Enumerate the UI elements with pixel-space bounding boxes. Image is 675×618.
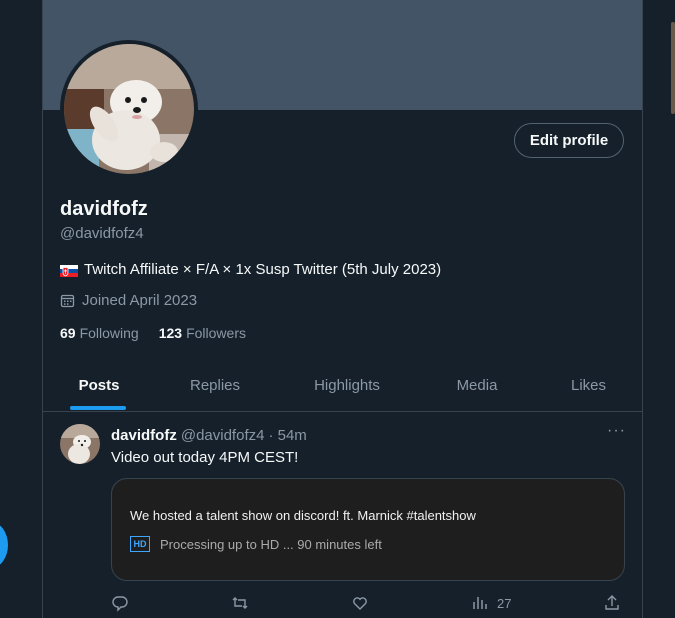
repost-button[interactable] <box>231 594 249 612</box>
views-count: 27 <box>497 595 512 611</box>
following-link[interactable]: 69 Following <box>60 325 139 341</box>
left-gutter <box>0 0 42 618</box>
dog-photo-icon <box>60 424 100 464</box>
tab-posts[interactable]: Posts <box>43 360 155 411</box>
profile-joined: Joined April 2023 <box>60 292 197 309</box>
profile-handle: @davidfofz4 <box>60 225 144 242</box>
edit-profile-button[interactable]: Edit profile <box>514 123 624 158</box>
profile-bio-text: Twitch Affiliate × F/A × 1x Susp Twitter… <box>84 261 442 278</box>
post-actions: 27 <box>111 594 625 614</box>
post-author-handle[interactable]: @davidfofz4 <box>181 427 265 444</box>
dog-photo-icon <box>64 44 194 174</box>
like-icon <box>353 597 367 610</box>
following-count: 69 <box>60 325 76 341</box>
followers-count: 123 <box>158 325 183 341</box>
right-panel-edge <box>671 22 675 114</box>
profile-bio: Twitch Affiliate × F/A × 1x Susp Twitter… <box>60 261 441 278</box>
post-author-avatar[interactable] <box>60 424 100 464</box>
video-title: We hosted a talent show on discord! ft. … <box>130 508 476 523</box>
post-timestamp[interactable]: · 54m <box>268 427 306 444</box>
video-processing-text: Processing up to HD ... 90 minutes left <box>160 536 382 552</box>
followers-label: Followers <box>186 325 246 341</box>
tab-replies[interactable]: Replies <box>155 360 275 411</box>
hd-icon: HD <box>130 536 150 552</box>
active-tab-indicator <box>70 406 126 410</box>
views-icon <box>473 597 487 609</box>
tab-highlights[interactable]: Highlights <box>275 360 419 411</box>
tab-likes[interactable]: Likes <box>535 360 642 411</box>
tab-media[interactable]: Media <box>419 360 535 411</box>
profile-avatar-frame <box>60 40 198 178</box>
like-button[interactable] <box>351 594 369 612</box>
calendar-icon <box>60 294 75 308</box>
profile-display-name: davidfofz <box>60 198 148 220</box>
post-text: Video out today 4PM CEST! <box>111 449 299 466</box>
reply-button[interactable] <box>111 594 129 612</box>
follow-stats: 69 Following 123 Followers <box>60 325 246 341</box>
following-label: Following <box>79 325 139 341</box>
profile-tabs: Posts Replies Highlights Media Likes <box>43 360 642 412</box>
share-icon <box>605 595 619 610</box>
reply-icon <box>112 596 128 612</box>
followers-link[interactable]: 123 Followers <box>159 325 246 341</box>
slovakia-flag-icon <box>60 264 78 277</box>
video-embed[interactable]: We hosted a talent show on discord! ft. … <box>111 478 625 581</box>
views-button[interactable]: 27 <box>471 594 511 612</box>
video-processing-status: HD Processing up to HD ... 90 minutes le… <box>130 536 382 552</box>
share-button[interactable] <box>603 594 621 612</box>
post-header: davidfofz @davidfofz4 · 54m <box>111 427 307 444</box>
repost-icon <box>232 597 248 609</box>
profile-avatar[interactable] <box>64 44 194 174</box>
post-author-name[interactable]: davidfofz <box>111 427 177 444</box>
post-item[interactable]: davidfofz @davidfofz4 · 54m ··· Video ou… <box>43 412 642 618</box>
profile-column: Edit profile davidfofz @davidfofz4 Twitc… <box>42 0 643 618</box>
post-more-icon[interactable]: ··· <box>607 422 626 440</box>
profile-joined-text: Joined April 2023 <box>82 292 198 309</box>
